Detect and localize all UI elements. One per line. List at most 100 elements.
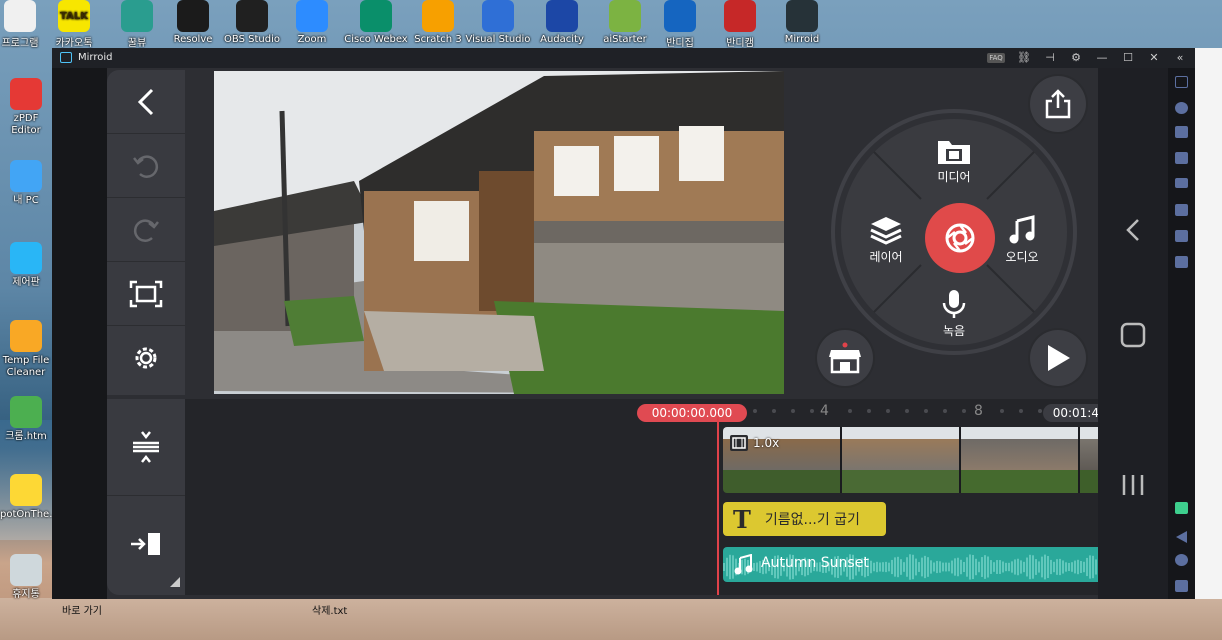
back-icon (137, 88, 154, 115)
desktop-left-icon-2[interactable]: 제어판 (0, 242, 52, 289)
desktop-icon-label: Audacity (540, 34, 584, 45)
background-window-edge (1195, 48, 1222, 599)
gear-icon[interactable]: ⚙ (1069, 51, 1083, 65)
text-clip-1[interactable]: T 기름없...기 굽기 (723, 502, 886, 536)
desktop-icon-9[interactable]: Audacity (527, 0, 597, 45)
volume-down-icon[interactable] (1175, 152, 1188, 164)
app-icon (10, 160, 42, 192)
layers-icon (870, 217, 902, 245)
desktop-icon-label: 휴지통 (12, 589, 40, 600)
media-label: 미디어 (937, 170, 971, 184)
app-icon (360, 0, 392, 32)
desktop-left-icon-3[interactable]: Temp File Cleaner (0, 320, 52, 379)
desktop-wallpaper-sand (0, 598, 1222, 640)
keyboard-icon[interactable] (1175, 178, 1188, 188)
app-icon (177, 0, 209, 32)
app-icon (10, 554, 42, 586)
desktop-left-icon-1[interactable]: 내 PC (0, 160, 52, 207)
app-icon (10, 242, 42, 274)
media-menu-item[interactable]: 미디어 (919, 137, 989, 185)
nav-recents-button[interactable] (1098, 473, 1168, 497)
desktop-label-shortcut[interactable]: 바로 가기 (62, 602, 102, 617)
nav-home-icon (1120, 322, 1146, 348)
window-left-strip (52, 68, 107, 599)
pin-icon[interactable]: ⊣ (1043, 51, 1057, 65)
back-button[interactable] (107, 70, 185, 134)
desktop-icon-label: potOnThe... (0, 509, 59, 520)
desktop-icon-12[interactable]: 반디캠 (705, 0, 775, 49)
layer-label: 레이어 (869, 250, 903, 264)
layer-menu-item[interactable]: 레이어 (851, 215, 921, 265)
desktop-label-file[interactable]: 삭제.txt (312, 602, 347, 617)
folder-icon[interactable] (1175, 230, 1188, 242)
undo-icon (133, 154, 159, 178)
desktop-icon-label: 크롬.htm (5, 431, 47, 442)
clip-speed-badge: 1.0x (753, 436, 780, 450)
android-nav-bar (1098, 68, 1168, 599)
video-preview[interactable] (214, 71, 784, 394)
share-icon (1045, 89, 1071, 119)
camera-shutter-icon (945, 223, 975, 253)
insert-button[interactable] (107, 496, 185, 592)
side-recents-icon[interactable] (1175, 580, 1188, 592)
app-icon (664, 0, 696, 32)
mirroid-side-toolbar (1168, 68, 1195, 599)
audio-label: 오디오 (1005, 250, 1039, 264)
text-clip-1-label: 기름없...기 굽기 (764, 512, 860, 528)
audio-menu-item[interactable]: 오디오 (987, 215, 1057, 265)
desktop-icon-label: 내 PC (13, 195, 39, 206)
phone-screen: 미디어 레이어 오디오 녹음 4 8 00:00:00.000 00:01:49… (107, 68, 1173, 599)
nav-back-button[interactable] (1098, 218, 1168, 242)
playhead[interactable] (717, 417, 719, 595)
mirroid-logo-icon (60, 52, 72, 63)
desktop-icon-label: 제어판 (12, 277, 40, 288)
desktop-left-icon-6[interactable]: 휴지통 (0, 554, 52, 601)
desktop-icon-8[interactable]: Visual Studio (463, 0, 533, 45)
circle-menu-ring: 미디어 레이어 오디오 녹음 (841, 119, 1067, 345)
desktop-icon-label: Zoom (297, 34, 327, 45)
timeline[interactable]: 4 8 00:00:00.000 00:01:49.262 1.0x T 기름없… (185, 399, 1173, 595)
media-circle-menu: 미디어 레이어 오디오 녹음 (831, 109, 1077, 355)
nav-recents-icon (1122, 475, 1144, 495)
music-note-icon (734, 554, 753, 575)
link-icon[interactable]: ⛓ (1017, 51, 1031, 65)
app-icon[interactable] (1175, 256, 1188, 268)
keymap-icon[interactable] (1175, 502, 1188, 514)
volume-up-icon[interactable] (1175, 126, 1188, 138)
settings-button[interactable] (107, 326, 185, 389)
desktop-left-icon-4[interactable]: 크롬.htm (0, 396, 52, 443)
fit-screen-button[interactable] (107, 262, 185, 326)
maximize-button[interactable]: ☐ (1121, 51, 1135, 65)
close-button[interactable]: ✕ (1147, 51, 1161, 65)
desktop-icon-1[interactable]: TALK 카카오톡 (39, 0, 109, 49)
side-back-icon[interactable] (1175, 528, 1188, 543)
track-split-button[interactable] (107, 399, 185, 496)
side-home-icon[interactable] (1175, 554, 1188, 566)
desktop-icon-6[interactable]: Cisco Webex (341, 0, 411, 45)
desktop-left-icon-0[interactable]: zPDF Editor (0, 78, 52, 137)
app-icon (546, 0, 578, 32)
desktop-icon-13[interactable]: Mirroid (767, 0, 837, 45)
record-voice-menu-item[interactable]: 녹음 (919, 289, 989, 339)
ruler-mark-8: 8 (974, 403, 983, 419)
app-icon (121, 0, 153, 32)
minimize-button[interactable]: — (1095, 51, 1109, 65)
camera-icon[interactable] (1175, 204, 1188, 216)
asset-store-button[interactable] (817, 330, 873, 386)
capture-button[interactable] (925, 203, 995, 273)
clip-thumbnail (842, 427, 961, 493)
play-icon (1048, 345, 1070, 371)
collapse-icon[interactable]: « (1173, 51, 1187, 65)
night-mode-icon[interactable] (1175, 102, 1188, 114)
play-button[interactable] (1030, 330, 1086, 386)
screenshot-icon[interactable] (1175, 76, 1188, 88)
nav-home-button[interactable] (1098, 322, 1168, 348)
faq-button[interactable]: FAQ (987, 53, 1005, 63)
desktop-icon-5[interactable]: Zoom (277, 0, 347, 45)
app-icon (786, 0, 818, 32)
redo-button[interactable] (107, 198, 185, 262)
app-icon (482, 0, 514, 32)
undo-button[interactable] (107, 134, 185, 198)
desktop-icon-label: 반디캠 (726, 38, 754, 49)
desktop-left-icon-5[interactable]: potOnThe... (0, 474, 59, 521)
